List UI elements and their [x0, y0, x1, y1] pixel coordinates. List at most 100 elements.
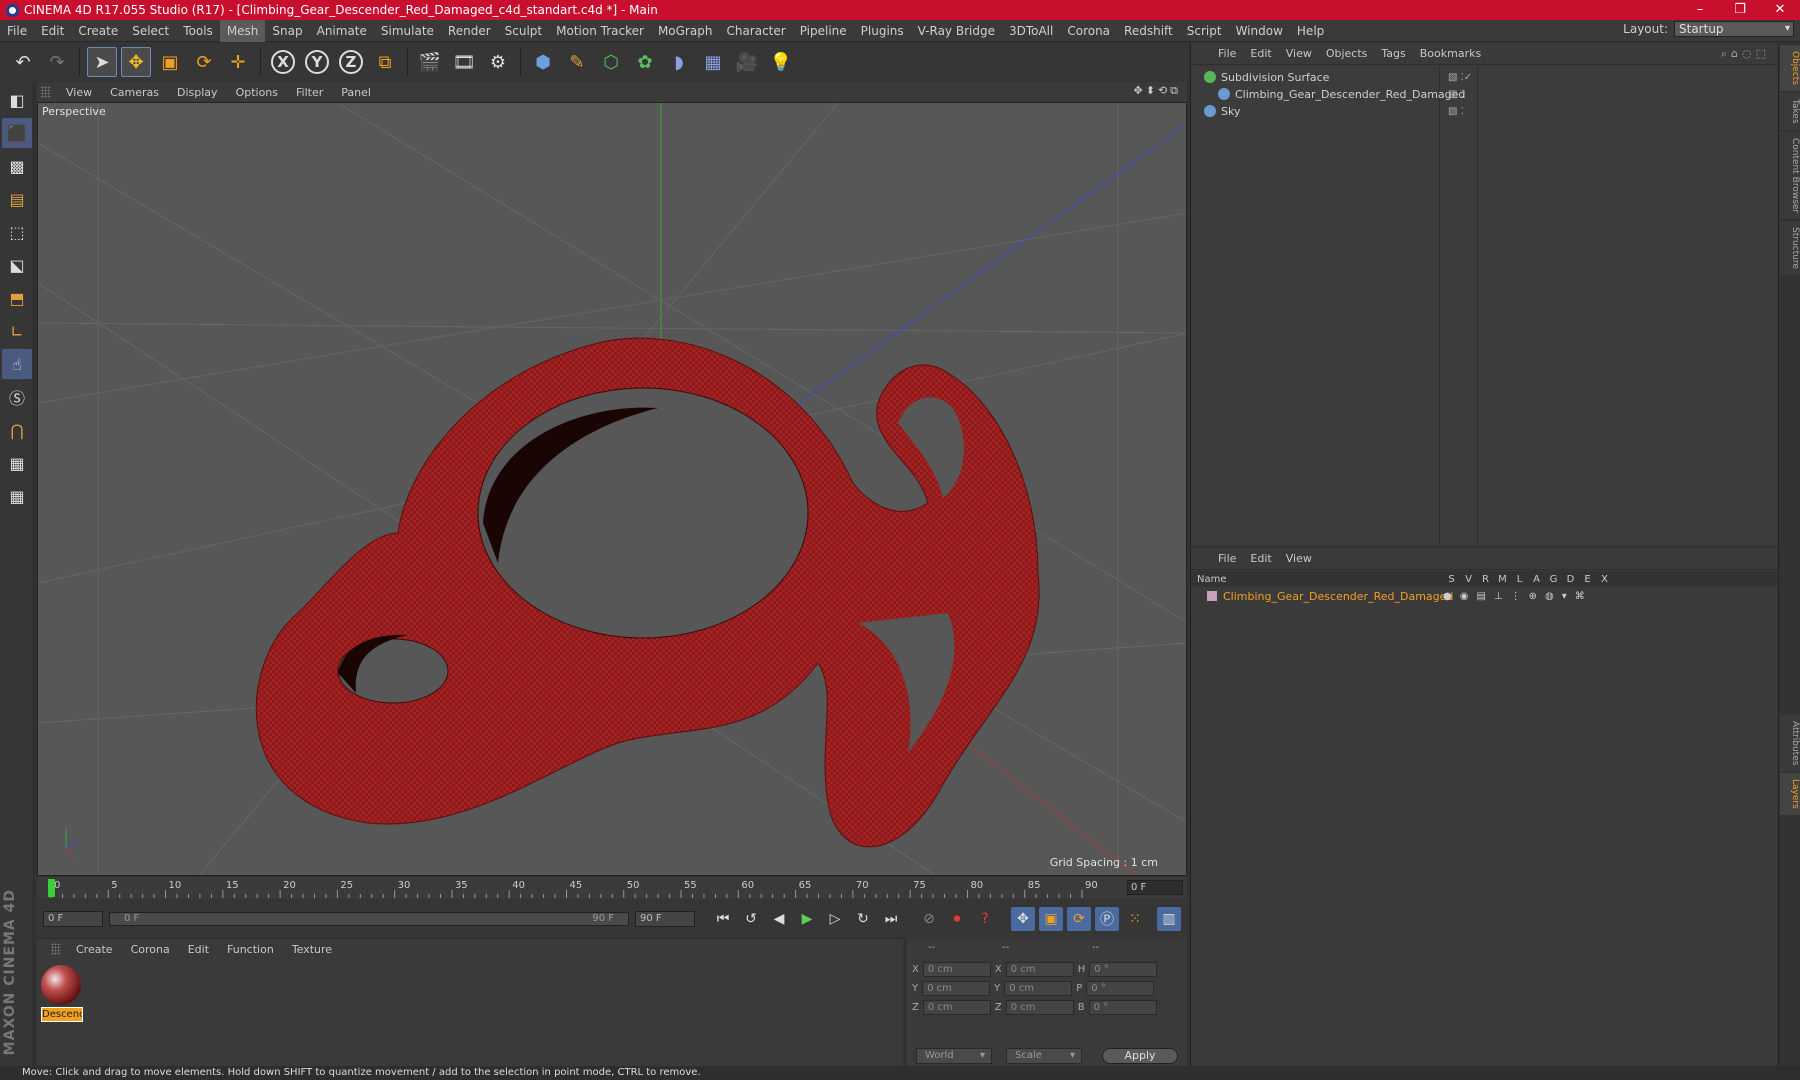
side-tab-takes[interactable]: Takes	[1780, 93, 1800, 130]
viewport-menu-panel[interactable]: Panel	[332, 86, 380, 99]
timeline-window-icon[interactable]: ▥	[1157, 907, 1181, 931]
layer-menu-view[interactable]: View	[1279, 552, 1319, 565]
menu-window[interactable]: Window	[1229, 20, 1290, 42]
axis-mode-icon[interactable]: ∟	[2, 316, 32, 346]
autokey-icon[interactable]: ?	[973, 907, 997, 931]
layer-col-e[interactable]: E	[1579, 574, 1596, 585]
coord-value-field[interactable]: 0 cm	[1004, 981, 1073, 996]
timeline-ruler[interactable]: 0 5 10 15 20 25 30 35 40 45 50 55 60 65 70 75 80 85 90 0 F	[37, 877, 1187, 899]
material-menu-function[interactable]: Function	[218, 943, 283, 956]
x-axis-lock-button[interactable]: X	[268, 47, 298, 77]
menu-mograph[interactable]: MoGraph	[651, 20, 720, 42]
menu-create[interactable]: Create	[71, 20, 125, 42]
layer-col-v[interactable]: V	[1460, 574, 1477, 585]
object-menu-bookmarks[interactable]: Bookmarks	[1413, 47, 1488, 60]
coord-value-field[interactable]: 0 cm	[922, 981, 991, 996]
coord-value-field[interactable]: 0 cm	[922, 962, 991, 977]
menu-file[interactable]: File	[0, 20, 34, 42]
menu-help[interactable]: Help	[1290, 20, 1331, 42]
menu-sculpt[interactable]: Sculpt	[498, 20, 549, 42]
material-menu-create[interactable]: Create	[67, 943, 122, 956]
light-bulb-icon[interactable]: 💡	[766, 47, 796, 77]
undo-icon[interactable]: ↶	[8, 47, 38, 77]
next-key-icon[interactable]: ↻	[851, 907, 875, 931]
side-tab-structure[interactable]: Structure	[1780, 220, 1800, 275]
menu-script[interactable]: Script	[1180, 20, 1229, 42]
key-param-icon[interactable]: Ⓟ	[1095, 907, 1119, 931]
layer-col-l[interactable]: L	[1511, 574, 1528, 585]
object-menu-edit[interactable]: Edit	[1243, 47, 1278, 60]
minimize-button[interactable]: –	[1680, 0, 1720, 20]
layer-col-m[interactable]: M	[1494, 574, 1511, 585]
coord-value-field[interactable]: 0 cm	[922, 1000, 991, 1015]
menu-select[interactable]: Select	[125, 20, 176, 42]
go-to-start-icon[interactable]: ⏮	[711, 907, 735, 931]
menu-snap[interactable]: Snap	[265, 20, 309, 42]
mograph-cloner-icon[interactable]: ✿	[630, 47, 660, 77]
material-preview-ball[interactable]	[41, 965, 81, 1005]
side-tab-content-browser[interactable]: Content Browser	[1780, 131, 1800, 219]
grid-snap-icon[interactable]: ▦	[2, 481, 32, 511]
object-name[interactable]: Climbing_Gear_Descender_Red_Damaged	[1235, 88, 1465, 101]
close-button[interactable]: ✕	[1760, 0, 1800, 20]
object-menu-tags[interactable]: Tags	[1374, 47, 1412, 60]
menu-motion-tracker[interactable]: Motion Tracker	[549, 20, 651, 42]
layer-name[interactable]: Climbing_Gear_Descender_Red_Damaged	[1223, 590, 1453, 603]
size-mode-dropdown[interactable]: Scale	[1006, 1048, 1082, 1064]
render-view-icon[interactable]: 🎬	[415, 47, 445, 77]
workplane-icon[interactable]: ▤	[2, 184, 32, 214]
coord-value-field[interactable]: 0 °	[1086, 981, 1155, 996]
object-menu-objects[interactable]: Objects	[1319, 47, 1375, 60]
menu-character[interactable]: Character	[719, 20, 792, 42]
playhead-marker[interactable]	[48, 879, 55, 897]
layer-col-x[interactable]: X	[1596, 574, 1613, 585]
menu-mesh[interactable]: Mesh	[219, 19, 266, 42]
layer-col-g[interactable]: G	[1545, 574, 1562, 585]
y-axis-lock-button[interactable]: Y	[302, 47, 332, 77]
layout-dropdown[interactable]: Startup	[1674, 21, 1794, 37]
viewport-menu-options[interactable]: Options	[227, 86, 287, 99]
coordinate-system-dropdown[interactable]: World	[916, 1048, 992, 1064]
material-swatch[interactable]: Descenc	[41, 965, 83, 1022]
menu-render[interactable]: Render	[441, 20, 498, 42]
object-name[interactable]: Subdivision Surface	[1221, 71, 1329, 84]
coordinate-system-icon[interactable]: ⧉	[370, 47, 400, 77]
frame-range-slider[interactable]: 0 F 90 F	[109, 912, 629, 926]
layer-flag-icons[interactable]: ●◉▤⊥⋮⊕◍▾⌘	[1443, 591, 1593, 602]
viewport-nav-icons[interactable]: ✥⬍⟲⧉	[1133, 84, 1181, 98]
object-manager-search-icons[interactable]: ⌕⌂◌⬚	[1721, 47, 1770, 61]
menu-edit[interactable]: Edit	[34, 20, 71, 42]
coord-value-field[interactable]: 0 °	[1088, 1000, 1157, 1015]
floor-scene-icon[interactable]: ▦	[698, 47, 728, 77]
layer-col-s[interactable]: S	[1443, 574, 1460, 585]
select-arrow-icon[interactable]: ➤	[87, 47, 117, 77]
render-settings-icon[interactable]: ⚙	[483, 47, 513, 77]
apply-button[interactable]: Apply	[1102, 1048, 1178, 1064]
key-rotation-icon[interactable]: ⟳	[1067, 907, 1091, 931]
menu-animate[interactable]: Animate	[310, 20, 374, 42]
menu-pipeline[interactable]: Pipeline	[793, 20, 854, 42]
object-menu-view[interactable]: View	[1279, 47, 1319, 60]
layer-row[interactable]: Climbing_Gear_Descender_Red_Damaged ●◉▤⊥…	[1191, 587, 1779, 605]
layer-menu-edit[interactable]: Edit	[1243, 552, 1278, 565]
current-frame-field[interactable]: 0 F	[1127, 880, 1183, 895]
object-visibility-icon[interactable]: ▧ ⁚✓	[1448, 72, 1472, 83]
layer-color-swatch[interactable]	[1207, 591, 1217, 601]
coord-value-field[interactable]: 0 cm	[1005, 1000, 1074, 1015]
restore-button[interactable]: ❐	[1720, 0, 1760, 20]
make-editable-icon[interactable]: ◧	[2, 85, 32, 115]
magnet-icon[interactable]: ⋂	[2, 415, 32, 445]
viewport-menu-cameras[interactable]: Cameras	[101, 86, 168, 99]
layer-col-a[interactable]: A	[1528, 574, 1545, 585]
viewport-canvas[interactable]	[38, 103, 1187, 876]
record-active-icon[interactable]: ⏺	[945, 907, 969, 931]
scale-tool-icon[interactable]: ▣	[155, 47, 185, 77]
transform-tool-icon[interactable]: ✛	[223, 47, 253, 77]
timeline-ticks[interactable]: 0 5 10 15 20 25 30 35 40 45 50 55 60 65 70 75 80 85 90	[37, 877, 1127, 899]
object-name[interactable]: Sky	[1221, 105, 1240, 118]
object-row[interactable]: Subdivision Surface ▧ ⁚✓	[1195, 68, 1775, 86]
viewport-menu-view[interactable]: View	[57, 86, 101, 99]
start-frame-field[interactable]: 0 F	[43, 911, 103, 927]
record-keys-disabled-icon[interactable]: ⊘	[917, 907, 941, 931]
object-row[interactable]: Climbing_Gear_Descender_Red_Damaged ▨ ⁚	[1195, 85, 1775, 103]
